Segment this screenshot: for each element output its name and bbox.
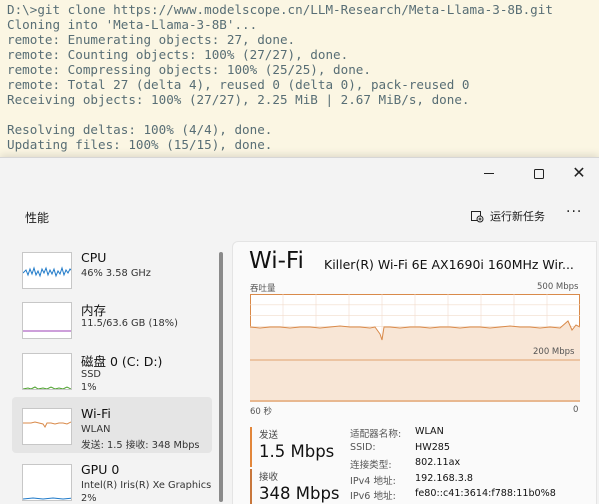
sidebar-item-gpu[interactable]: GPU 0 Intel(R) Iris(R) Xe Graphics 2% [12,453,212,504]
page-title: 性能 [25,211,50,225]
sidebar-item-memory[interactable]: 内存 11.5/63.6 GB (18%) [12,291,212,347]
sidebar-item-title: 内存 [81,303,107,318]
property-row: 连接类型: 802.11ax [350,457,590,473]
property-key: 适配器名称: [350,429,402,440]
property-value: 802.11ax [415,457,461,468]
sidebar-item-usage: 2% [81,493,97,504]
adapter-properties: 适配器名称: WLAN SSID: HW285 连接类型: 802.11ax I… [350,426,590,504]
throughput-chart [250,294,580,402]
terminal-line: Updating files: 100% (15/15), done. [7,137,273,152]
sidebar-item-usage: 1% [81,382,97,393]
chart-x-right-label: 0 [573,405,579,415]
memory-thumbnail [22,302,72,339]
close-icon: ✕ [572,163,586,182]
terminal-line: Receiving objects: 100% (27/27), 2.25 Mi… [7,92,470,107]
run-new-task-label: 运行新任务 [490,210,545,223]
panel-title: Wi-Fi [249,248,304,274]
property-key: 连接类型: [350,460,392,471]
sidebar-item-wifi[interactable]: Wi-Fi WLAN 发送: 1.5 接收: 348 Mbps [12,397,212,453]
disk-thumbnail [22,353,72,390]
receive-value: 348 Mbps [259,484,340,503]
send-value: 1.5 Mbps [259,442,335,461]
sidebar-item-title: GPU 0 [81,462,120,477]
close-button[interactable]: ✕ [556,158,599,188]
performance-sidebar: CPU 46% 3.58 GHz 内存 11.5/63.6 GB (18%) 磁… [12,241,217,504]
more-options-button[interactable]: ··· [566,204,582,220]
task-manager-window: ✕ 性能 运行新任务 ··· CPU 46% 3.58 GHz 内存 11.5/… [0,157,599,504]
property-key: SSID: [350,441,376,453]
sidebar-item-detail: 11.5/63.6 GB (18%) [81,318,178,329]
sidebar-item-detail: 46% 3.58 GHz [81,268,151,279]
minimize-icon [484,173,494,174]
terminal-line: Cloning into 'Meta-Llama-3-8B'... [7,17,258,32]
sidebar-item-title: Wi-Fi [81,406,111,421]
property-value: HW285 [415,441,451,453]
property-row: IPv4 地址: 192.168.3.8 [350,473,590,489]
property-key: IPv4 地址: [350,475,396,487]
property-value: 192.168.3.8 [415,472,473,484]
property-row: 适配器名称: WLAN [350,426,590,442]
sidebar-scrollbar[interactable] [219,252,223,502]
cpu-thumbnail [22,252,72,289]
property-key: IPv6 地址: [350,491,396,502]
adapter-name: Killer(R) Wi-Fi 6E AX1690i 160MHz Wir... [324,257,574,272]
sidebar-item-usage: 发送: 1.5 接收: 348 Mbps [81,440,200,451]
chart-label: 吞吐量 [250,284,276,294]
sidebar-item-detail: WLAN [81,424,111,435]
sidebar-item-detail: SSD [81,369,101,380]
sidebar-item-title: 磁盘 0 (C: D:) [81,354,163,369]
sidebar-item-cpu[interactable]: CPU 46% 3.58 GHz [12,241,212,297]
wifi-thumbnail [22,408,72,445]
property-row: SSID: HW285 [350,442,590,458]
sidebar-item-detail: Intel(R) Iris(R) Xe Graphics [81,480,212,491]
more-icon: ··· [566,204,583,220]
property-row: IPv6 地址: fe80::c41:3614:f788:11b0%8 [350,488,590,504]
gpu-thumbnail [22,464,72,501]
send-label: 发送 [259,430,279,441]
property-value: WLAN [415,426,444,437]
terminal-line: Resolving deltas: 100% (4/4), done. [7,122,273,137]
chart-x-left-label: 60 秒 [250,407,273,417]
terminal-line: remote: Total 27 (delta 4), reused 0 (de… [7,77,470,92]
run-new-task-button[interactable]: 运行新任务 [470,205,545,227]
terminal-line: D:\>git clone https://www.modelscope.cn/… [7,2,553,17]
receive-label: 接收 [259,472,279,483]
sidebar-item-disk[interactable]: 磁盘 0 (C: D:) SSD 1% [12,342,212,398]
run-task-icon [471,211,484,223]
minimize-button[interactable] [466,158,512,188]
terminal-output: D:\>git clone https://www.modelscope.cn/… [0,0,599,160]
receive-stat: 接收 348 Mbps [250,469,340,504]
terminal-line: remote: Counting objects: 100% (27/27), … [7,47,349,62]
terminal-line: remote: Enumerating objects: 27, done. [7,32,296,47]
sidebar-item-title: CPU [81,250,107,265]
maximize-icon [534,168,544,179]
chart-max-label: 500 Mbps [537,282,579,292]
terminal-line: remote: Compressing objects: 100% (25/25… [7,62,371,77]
chart-mid-label: 200 Mbps [533,347,575,357]
wifi-details-panel: Wi-Fi Killer(R) Wi-Fi 6E AX1690i 160MHz … [232,241,597,504]
send-stat: 发送 1.5 Mbps [250,427,334,467]
property-value: fe80::c41:3614:f788:11b0%8 [415,488,556,499]
